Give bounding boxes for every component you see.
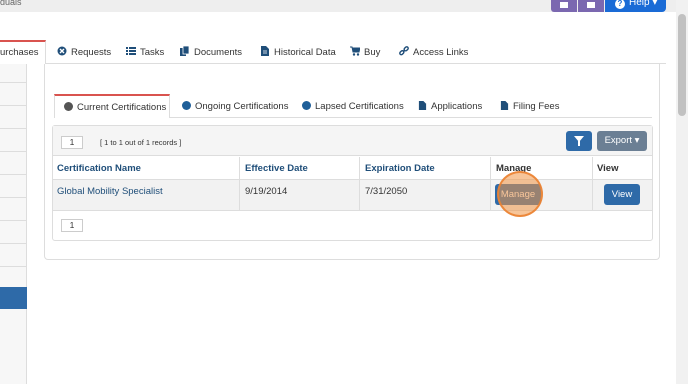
tab-label: Applications bbox=[431, 101, 483, 112]
scrollbar-thumb[interactable] bbox=[678, 14, 686, 116]
file-icon bbox=[261, 46, 269, 56]
sidebar bbox=[0, 60, 27, 384]
sidebar-divider bbox=[0, 220, 27, 221]
tab-label: Access Links bbox=[413, 47, 469, 58]
tab-lapsed-certifications[interactable]: Lapsed Certifications bbox=[302, 101, 404, 112]
tab-label: Requests bbox=[71, 47, 112, 58]
tab-label: Ongoing Certifications bbox=[195, 101, 289, 112]
view-button[interactable]: View bbox=[604, 184, 640, 205]
dot-icon bbox=[302, 101, 311, 110]
tab-tasks[interactable]: Tasks bbox=[126, 46, 164, 64]
tab-access-links[interactable]: Access Links bbox=[399, 46, 468, 64]
column-header-effective-date[interactable]: Effective Date bbox=[245, 163, 308, 174]
tab-documents[interactable]: Documents bbox=[180, 46, 242, 64]
column-divider bbox=[359, 157, 360, 210]
tab-label: urchases bbox=[0, 47, 39, 58]
page-icon bbox=[587, 2, 595, 8]
sidebar-divider bbox=[0, 82, 27, 83]
page-number-bottom[interactable]: 1 bbox=[61, 219, 83, 232]
effective-date-cell: 9/19/2014 bbox=[245, 186, 288, 197]
dot-icon bbox=[182, 101, 191, 110]
column-header-view: View bbox=[597, 163, 619, 174]
sidebar-item-active[interactable] bbox=[0, 287, 27, 309]
tab-current-certifications[interactable]: Current Certifications bbox=[54, 94, 170, 118]
certification-name-cell[interactable]: Global Mobility Specialist bbox=[57, 186, 163, 197]
file-icon bbox=[500, 101, 509, 110]
tab-filing-fees[interactable]: Filing Fees bbox=[500, 101, 559, 112]
tab-historical-data[interactable]: Historical Data bbox=[260, 46, 336, 64]
tab-ongoing-certifications[interactable]: Ongoing Certifications bbox=[182, 101, 288, 112]
main-tabs: urchases Requests Tasks Documents Histor… bbox=[0, 40, 676, 64]
copy-icon bbox=[180, 46, 190, 56]
tab-label: Documents bbox=[194, 47, 243, 58]
page-title-fragment: duals bbox=[0, 0, 22, 7]
manage-button[interactable]: Manage bbox=[495, 184, 541, 205]
question-icon: ? bbox=[615, 0, 625, 9]
x-circle-icon bbox=[57, 46, 67, 56]
file-icon bbox=[418, 101, 427, 110]
column-divider bbox=[490, 157, 491, 210]
column-divider bbox=[592, 157, 593, 210]
tab-label: Filing Fees bbox=[513, 101, 560, 112]
filter-button[interactable] bbox=[566, 131, 592, 151]
page-number-top[interactable]: 1 bbox=[61, 136, 83, 149]
column-divider bbox=[239, 157, 240, 210]
list-view-button[interactable] bbox=[551, 0, 577, 12]
sidebar-divider bbox=[0, 266, 27, 267]
help-button[interactable]: ? Help ▾ bbox=[605, 0, 666, 12]
tab-label: Buy bbox=[364, 47, 381, 58]
sidebar-divider bbox=[0, 174, 27, 175]
tab-applications[interactable]: Applications bbox=[418, 101, 482, 112]
help-label: Help ▾ bbox=[629, 0, 658, 8]
column-header-manage: Manage bbox=[496, 163, 532, 174]
tab-label: Current Certifications bbox=[77, 102, 167, 113]
tab-label: Tasks bbox=[140, 47, 165, 58]
link-icon bbox=[399, 46, 409, 56]
list-icon bbox=[126, 47, 136, 55]
sidebar-divider bbox=[0, 105, 27, 106]
tab-label: Lapsed Certifications bbox=[315, 101, 404, 112]
cart-icon bbox=[350, 46, 360, 56]
column-header-name[interactable]: Certification Name bbox=[57, 163, 141, 174]
page-view-button[interactable] bbox=[578, 0, 604, 12]
tab-buy[interactable]: Buy bbox=[350, 46, 380, 64]
tab-purchases[interactable]: urchases bbox=[0, 40, 46, 64]
inner-tab-border bbox=[170, 117, 652, 118]
tab-requests[interactable]: Requests bbox=[57, 46, 111, 64]
list-icon bbox=[560, 2, 568, 8]
dot-icon bbox=[64, 102, 73, 111]
expiration-date-cell: 7/31/2050 bbox=[365, 186, 408, 197]
sidebar-divider bbox=[0, 151, 27, 152]
column-header-expiration-date[interactable]: Expiration Date bbox=[365, 163, 435, 174]
export-button[interactable]: Export ▾ bbox=[597, 131, 647, 151]
sidebar-divider bbox=[0, 197, 27, 198]
sidebar-divider bbox=[0, 243, 27, 244]
tab-label: Historical Data bbox=[274, 47, 336, 58]
records-count: [ 1 to 1 out of 1 records ] bbox=[100, 138, 182, 147]
row-divider bbox=[53, 210, 652, 211]
sidebar-divider bbox=[0, 128, 27, 129]
